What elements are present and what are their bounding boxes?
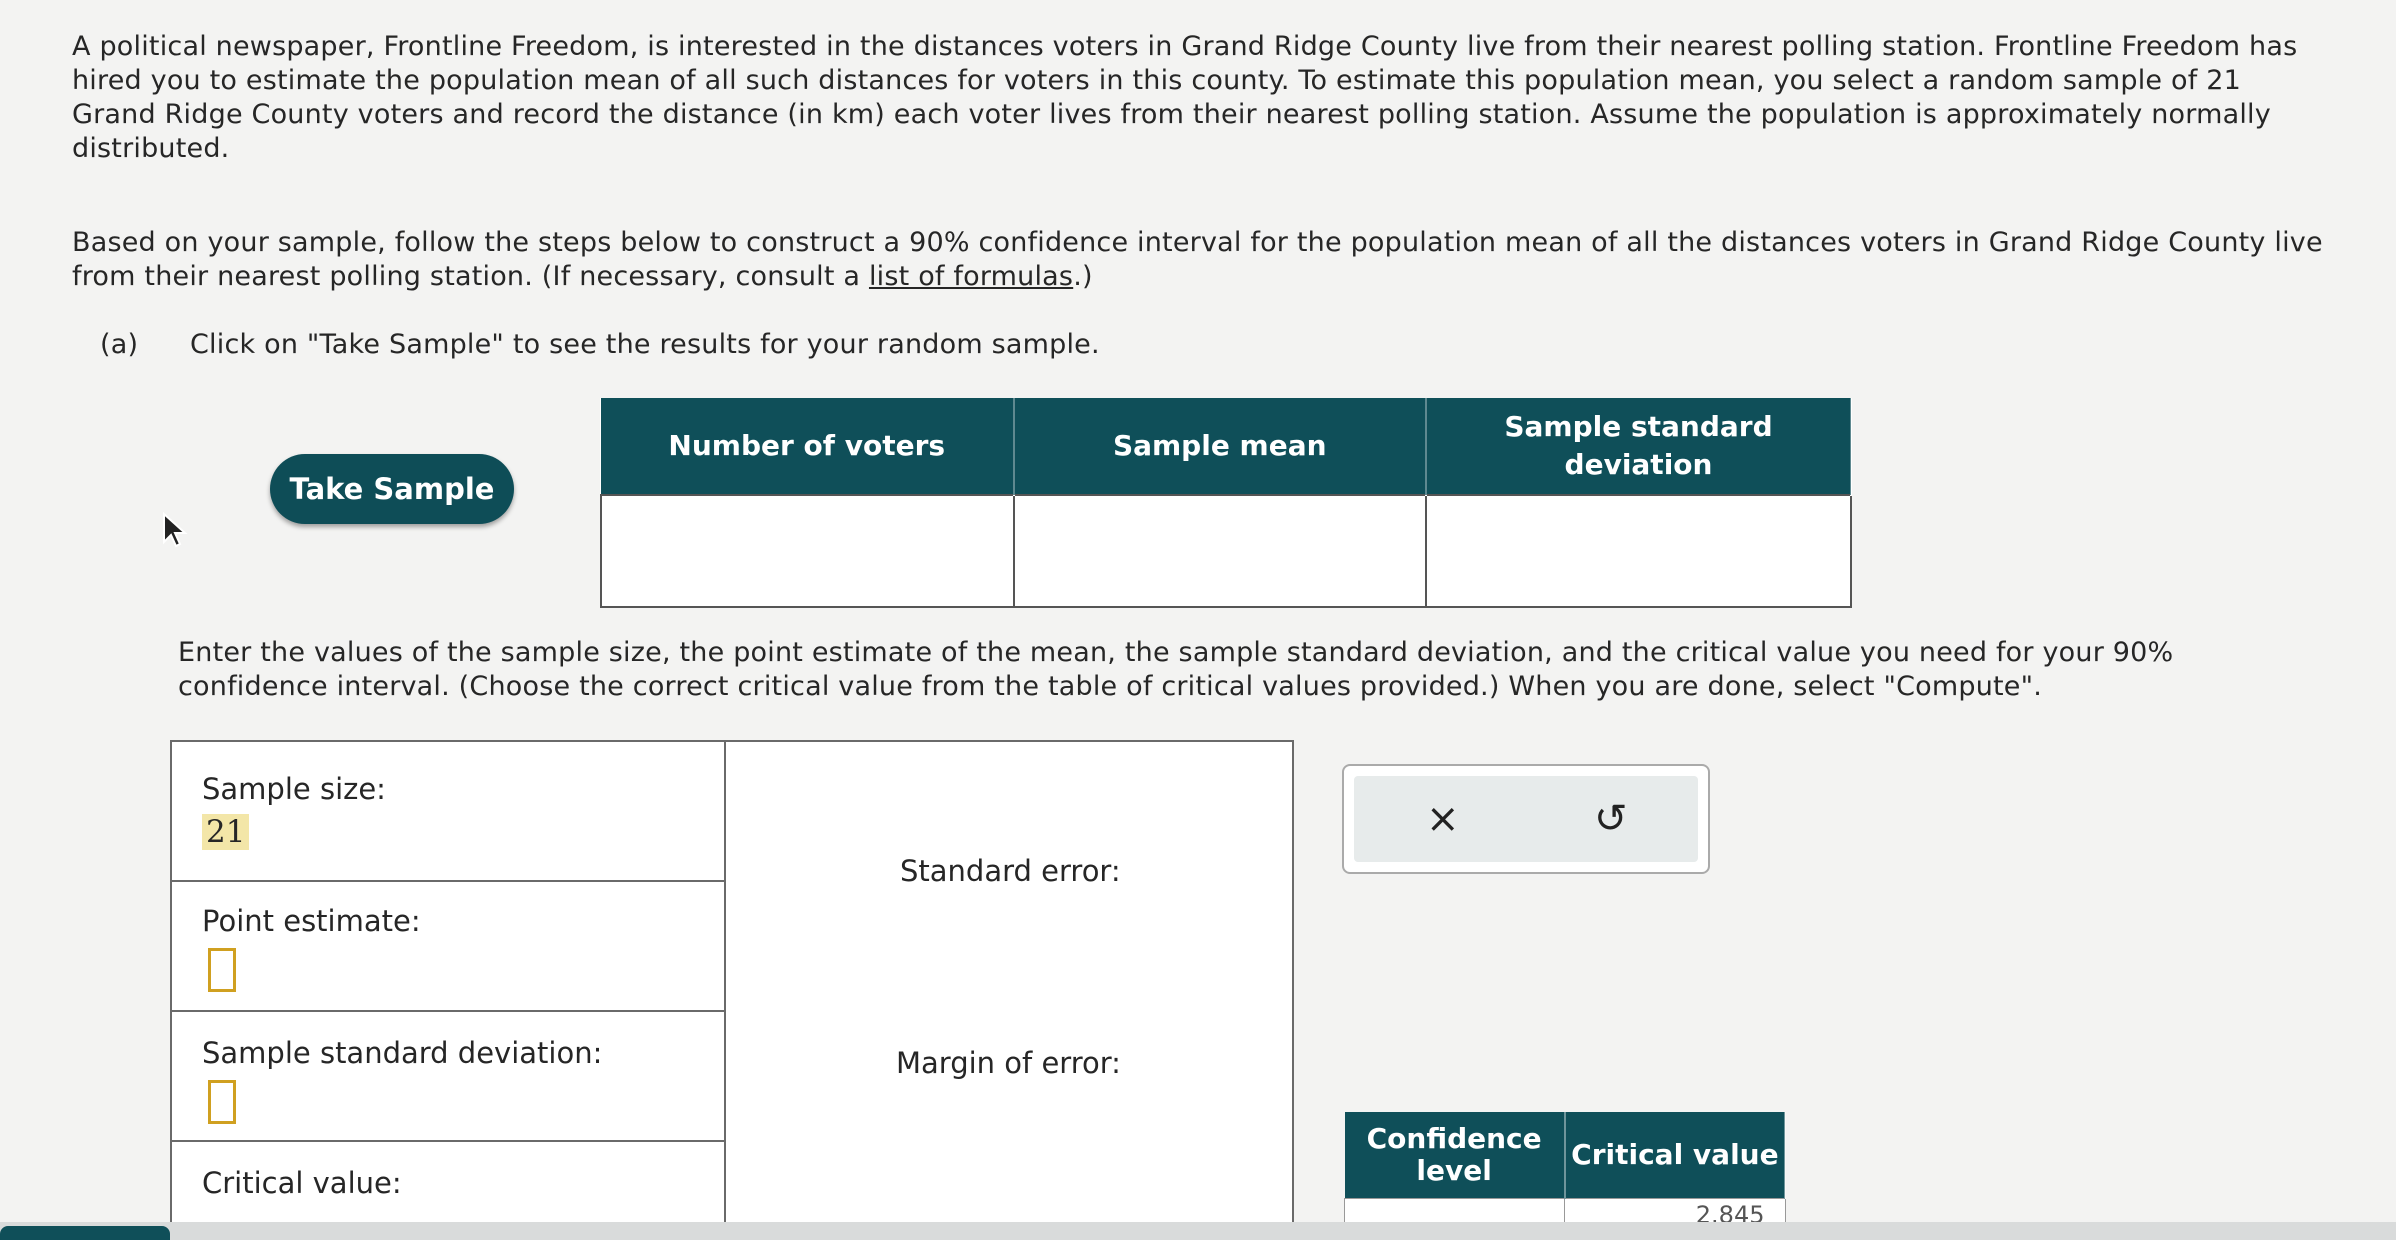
cell-sample-sd <box>1425 494 1852 608</box>
critical-values-table: Confidence level Critical value 2.845 <box>1343 1112 1787 1232</box>
margin-of-error-label: Margin of error: <box>896 1046 1121 1080</box>
take-sample-button[interactable]: Take Sample <box>270 454 514 524</box>
form-inputs-column: Sample size: 21 Point estimate: Sample s… <box>172 742 726 1222</box>
clear-icon[interactable]: × <box>1426 796 1460 842</box>
critical-value-label: Critical value: <box>202 1166 402 1200</box>
sample-sd-cell: Sample standard deviation: <box>172 1012 724 1142</box>
answer-tools-panel: × ↺ <box>1342 764 1710 874</box>
sample-size-cell: Sample size: 21 <box>172 742 724 882</box>
standard-error-label: Standard error: <box>900 854 1121 888</box>
question-intro: A political newspaper, Frontline Freedom… <box>72 31 2298 164</box>
point-estimate-input[interactable] <box>208 948 236 992</box>
sample-size-input[interactable]: 21 <box>202 814 250 850</box>
part-a: (a) Click on "Take Sample" to see the res… <box>100 328 1100 362</box>
part-a-tag: (a) <box>100 329 139 360</box>
answer-form: Sample size: 21 Point estimate: Sample s… <box>170 740 1294 1224</box>
tools-bar: × ↺ <box>1354 776 1698 862</box>
bottom-bar <box>0 1222 2396 1240</box>
sample-results-table: Number of voters Sample mean Sample stan… <box>600 398 1852 608</box>
mouse-cursor-icon <box>163 512 188 548</box>
undo-icon[interactable]: ↺ <box>1594 796 1628 842</box>
formulas-link[interactable]: list of formulas <box>869 261 1073 292</box>
header-sample-sd: Sample standard deviation <box>1426 398 1852 495</box>
header-number-of-voters: Number of voters <box>601 398 1015 495</box>
sample-sd-label: Sample standard deviation: <box>202 1036 603 1070</box>
point-estimate-label: Point estimate: <box>202 904 421 938</box>
instructions-text: Based on your sample, follow the steps b… <box>72 227 2323 292</box>
sample-size-label: Sample size: <box>202 772 386 806</box>
header-critical-value: Critical value <box>1564 1112 1787 1199</box>
bottom-tab[interactable] <box>0 1226 170 1240</box>
part-a-text: Click on "Take Sample" to see the result… <box>190 329 1100 360</box>
cell-number-of-voters <box>600 494 1015 608</box>
enter-values-instructions: Enter the values of the sample size, the… <box>178 637 2174 702</box>
header-sample-mean: Sample mean <box>1013 398 1427 495</box>
question-instructions: Based on your sample, follow the steps b… <box>72 226 2342 294</box>
point-estimate-cell: Point estimate: <box>172 882 724 1012</box>
sample-sd-input[interactable] <box>208 1080 236 1124</box>
header-confidence-level: Confidence level <box>1344 1112 1566 1199</box>
cell-sample-mean <box>1012 494 1427 608</box>
critical-value-cell: Critical value: <box>172 1142 724 1220</box>
instructions-tail: .) <box>1073 261 1093 292</box>
